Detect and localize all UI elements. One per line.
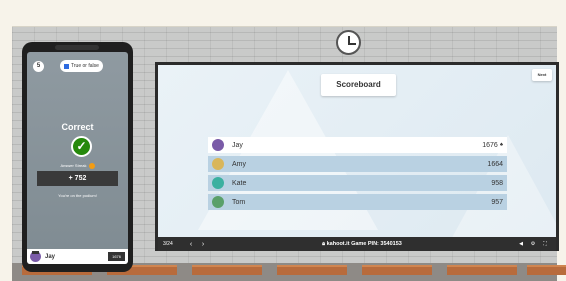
desk	[277, 265, 347, 275]
checkmark-icon: ✓	[71, 136, 92, 157]
player-name: Jay	[232, 141, 243, 149]
next-icon[interactable]: ›	[197, 241, 209, 248]
game-pin-info: 🔒︎ kahoot.it Game PIN: 3540153	[209, 241, 515, 248]
player-name: Tom	[232, 198, 246, 206]
player-score: 1676	[482, 141, 498, 149]
pin-label: Game PIN:	[351, 240, 379, 247]
game-pin: 3540153	[380, 240, 402, 247]
streak-flame-icon	[88, 163, 95, 169]
player-score: 958	[491, 179, 503, 187]
scoreboard-screen: Scoreboard Next Jay 1676 ♠ Amy 1664 Kate…	[155, 62, 559, 251]
streak-label: Answer Streak	[60, 163, 87, 169]
sound-icon[interactable]: ◀	[515, 241, 527, 247]
player-name: Jay	[45, 253, 56, 260]
leaderboard-row: Amy 1664	[208, 156, 507, 172]
next-button[interactable]: Next	[532, 69, 552, 81]
answer-streak: Answer Streak	[27, 163, 128, 169]
leaderboard-row: Tom 957	[208, 194, 507, 210]
fullscreen-icon[interactable]: ⛶	[539, 241, 551, 247]
leaderboard-row: Jay 1676 ♠	[208, 137, 507, 153]
player-avatar	[212, 139, 224, 151]
wall-clock-icon	[336, 30, 361, 55]
player-score: 1676	[108, 252, 125, 261]
leader-icon: ♠	[499, 142, 503, 148]
player-footer: Jay 1676	[27, 249, 128, 264]
previous-icon[interactable]: ‹	[185, 241, 197, 248]
settings-icon[interactable]: ⚙	[527, 241, 539, 247]
player-score: 957	[491, 198, 503, 206]
player-name: Kate	[232, 179, 247, 187]
player-name: Amy	[232, 160, 246, 168]
points-gained: + 752	[37, 171, 118, 186]
player-score: 1664	[487, 160, 503, 168]
leaderboard-row: Kate 958	[208, 175, 507, 191]
bottom-bar: 3/24 ‹ › 🔒︎ kahoot.it Game PIN: 3540153 …	[158, 237, 556, 251]
phone-device: 5 True or false Correct ✓ Answer Streak …	[22, 42, 133, 272]
phone-screen: 5 True or false Correct ✓ Answer Streak …	[27, 52, 128, 264]
question-type-badge: True or false	[60, 60, 103, 72]
player-avatar	[30, 251, 41, 262]
question-counter[interactable]: 3/24	[163, 241, 185, 247]
phone-notch	[55, 45, 99, 50]
question-type-label: True or false	[71, 63, 99, 69]
desk	[527, 265, 566, 275]
desk	[192, 265, 262, 275]
podium-message: You're on the podium!	[58, 193, 97, 198]
site-name: kahoot.it	[326, 240, 350, 247]
result-title: Correct	[61, 122, 94, 132]
true-false-icon	[64, 63, 69, 69]
desk	[447, 265, 517, 275]
question-number: 5	[33, 61, 44, 72]
player-avatar	[212, 177, 224, 189]
player-avatar	[212, 158, 224, 170]
lock-icon: 🔒︎	[322, 240, 326, 247]
leaderboard: Jay 1676 ♠ Amy 1664 Kate 958 Tom 957	[208, 137, 507, 213]
desk	[362, 265, 432, 275]
player-avatar	[212, 196, 224, 208]
scoreboard-title: Scoreboard	[321, 74, 396, 96]
